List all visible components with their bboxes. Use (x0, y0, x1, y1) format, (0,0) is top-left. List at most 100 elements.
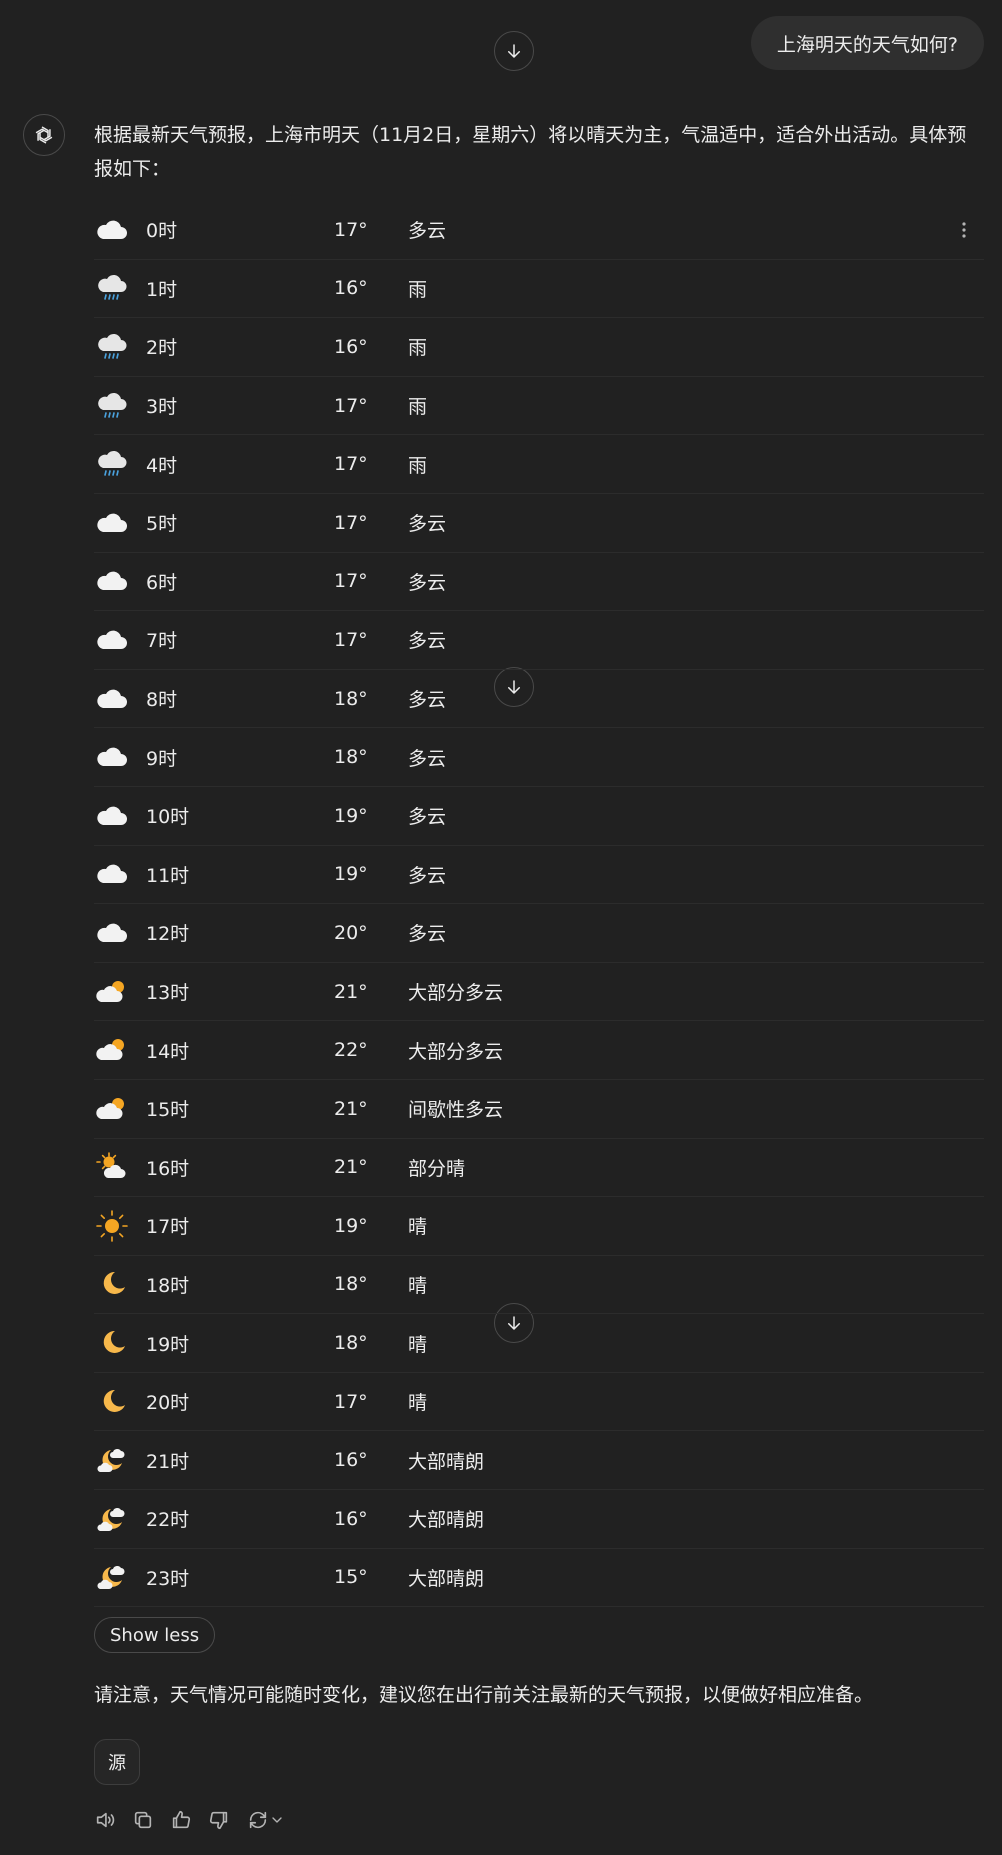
partly-sunny-icon (94, 1149, 130, 1185)
source-button[interactable]: 源 (94, 1739, 140, 1785)
forecast-temperature: 19° (334, 1214, 368, 1237)
forecast-row: 18时 18° 晴 (94, 1256, 984, 1315)
forecast-temperature: 17° (334, 570, 368, 593)
forecast-condition: 大部晴朗 (408, 1509, 485, 1532)
forecast-temperature: 16° (334, 1507, 368, 1530)
regenerate-button[interactable] (246, 1809, 286, 1831)
forecast-hour: 19时 (146, 1333, 190, 1356)
forecast-temperature: 18° (334, 687, 368, 710)
forecast-hour: 1时 (146, 278, 178, 301)
cloud-icon (94, 739, 130, 775)
forecast-hour: 5时 (146, 513, 178, 536)
forecast-row: 21时 16° 大部晴朗 (94, 1431, 984, 1491)
forecast-hour: 9时 (146, 747, 178, 770)
forecast-row: 17时 19° 晴 (94, 1197, 984, 1256)
assistant-note-text: 请注意，天气情况可能随时变化，建议您在出行前关注最新的天气预报，以便做好相应准备… (94, 1684, 874, 1706)
forecast-temperature: 17° (334, 511, 368, 534)
rain-icon (94, 388, 130, 424)
show-less-button[interactable]: Show less (94, 1617, 216, 1653)
forecast-condition: 多云 (408, 689, 447, 712)
source-label: 源 (108, 1753, 126, 1774)
moon-cloud-icon (94, 1559, 130, 1595)
forecast-hour: 12时 (146, 923, 190, 946)
forecast-row: 10时 19° 多云 (94, 787, 984, 846)
forecast-row: 1时 16° 雨 (94, 260, 984, 319)
cloud-icon (94, 212, 130, 248)
moon-cloud-icon (94, 1442, 130, 1478)
openai-logo-icon (35, 126, 53, 144)
forecast-row: 14时 22° 大部分多云 (94, 1021, 984, 1080)
rain-icon (94, 446, 130, 482)
forecast-hour: 21时 (146, 1450, 190, 1473)
mostly-cloudy-icon (94, 1091, 130, 1127)
forecast-row: 2时 16° 雨 (94, 318, 984, 377)
forecast-hour: 8时 (146, 689, 178, 712)
forecast-condition: 大部晴朗 (408, 1450, 485, 1473)
forecast-temperature: 18° (334, 746, 368, 769)
copy-icon (134, 1811, 152, 1829)
copy-button[interactable] (132, 1809, 154, 1831)
forecast-row: 22时 16° 大部晴朗 (94, 1490, 984, 1549)
forecast-condition: 多云 (408, 923, 447, 946)
regenerate-icon (249, 1811, 267, 1829)
forecast-condition: 雨 (408, 396, 428, 419)
forecast-row: 6时 17° 多云 (94, 553, 984, 612)
forecast-hour: 2时 (146, 337, 178, 360)
arrow-down-icon (508, 44, 520, 58)
forecast-row: 0时 17° 多云 (94, 201, 984, 260)
forecast-hour: 23时 (146, 1567, 190, 1590)
forecast-hour: 10时 (146, 806, 190, 829)
forecast-condition: 大部晴朗 (408, 1567, 485, 1590)
forecast-hour: 11时 (146, 864, 190, 887)
cloud-icon (94, 856, 130, 892)
rain-icon (94, 270, 130, 306)
forecast-row: 9时 18° 多云 (94, 728, 984, 787)
forecast-temperature: 16° (334, 277, 368, 300)
forecast-condition: 大部分多云 (408, 1040, 504, 1063)
forecast-condition: 多云 (408, 513, 447, 536)
forecast-condition: 多云 (408, 747, 447, 770)
forecast-hour: 15时 (146, 1099, 190, 1122)
forecast-hour: 16时 (146, 1157, 190, 1180)
forecast-temperature: 20° (334, 921, 368, 944)
sun-icon (94, 1208, 130, 1244)
forecast-condition: 间歇性多云 (408, 1099, 504, 1122)
forecast-hour: 18时 (146, 1274, 190, 1297)
thumbs-up-button[interactable] (170, 1809, 192, 1831)
forecast-temperature: 16° (334, 1449, 368, 1472)
user-message-text: 上海明天的天气如何? (776, 33, 958, 56)
forecast-row: 19时 18° 晴 (94, 1314, 984, 1373)
forecast-temperature: 19° (334, 804, 368, 827)
forecast-condition: 晴 (408, 1216, 428, 1239)
forecast-row: 23时 15° 大部晴朗 (94, 1549, 984, 1608)
forecast-condition: 多云 (408, 806, 447, 829)
thumbs-down-icon (209, 1811, 228, 1830)
forecast-hour: 7时 (146, 630, 178, 653)
scroll-down-button[interactable] (494, 31, 534, 71)
forecast-row: 4时 17° 雨 (94, 435, 984, 494)
cloud-icon (94, 563, 130, 599)
forecast-condition: 多云 (408, 864, 447, 887)
cloud-icon (94, 681, 130, 717)
forecast-temperature: 17° (334, 1390, 368, 1413)
forecast-temperature: 17° (334, 628, 368, 651)
read-aloud-button[interactable] (94, 1809, 116, 1831)
thumbs-down-button[interactable] (208, 1809, 230, 1831)
rain-icon (94, 329, 130, 365)
forecast-row: 13时 21° 大部分多云 (94, 963, 984, 1022)
forecast-hour: 6时 (146, 571, 178, 594)
cloud-icon (94, 622, 130, 658)
forecast-temperature: 18° (334, 1332, 368, 1355)
cloud-icon (94, 505, 130, 541)
forecast-condition: 多云 (408, 220, 447, 243)
forecast-condition: 雨 (408, 278, 428, 301)
chevron-down-icon (272, 1817, 282, 1823)
message-actions (94, 1809, 286, 1831)
assistant-intro-text: 根据最新天气预报，上海市明天（11月2日，星期六）将以晴天为主，气温适中，适合外… (94, 124, 967, 180)
forecast-temperature: 17° (334, 218, 368, 241)
forecast-condition: 晴 (408, 1333, 428, 1356)
forecast-condition: 多云 (408, 630, 447, 653)
forecast-temperature: 15° (334, 1566, 368, 1589)
forecast-temperature: 19° (334, 863, 368, 886)
mostly-cloudy-icon (94, 974, 130, 1010)
